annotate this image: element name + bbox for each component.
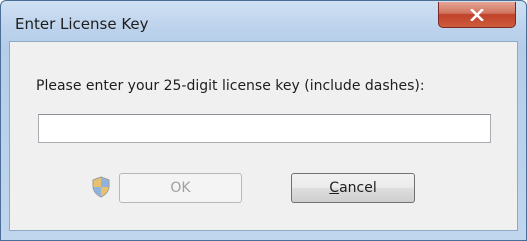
license-key-prompt: Please enter your 25-digit license key (… [36,78,425,94]
close-x-icon [470,8,484,21]
license-key-input[interactable] [38,114,491,143]
window-title: Enter License Key [15,15,149,33]
cancel-button[interactable]: Cancel [291,173,415,203]
license-key-dialog: Enter License Key Please enter your 25-d… [0,0,527,241]
uac-shield-icon [91,176,111,198]
cancel-accelerator: C [329,180,340,196]
cancel-label-rest: ancel [339,180,377,196]
title-bar[interactable]: Enter License Key [1,1,526,41]
ok-button-label: OK [170,180,191,196]
close-button[interactable] [438,2,516,28]
ok-button[interactable]: OK [119,173,242,203]
dialog-body: Please enter your 25-digit license key (… [9,41,518,231]
cancel-button-label: Cancel [329,180,376,196]
